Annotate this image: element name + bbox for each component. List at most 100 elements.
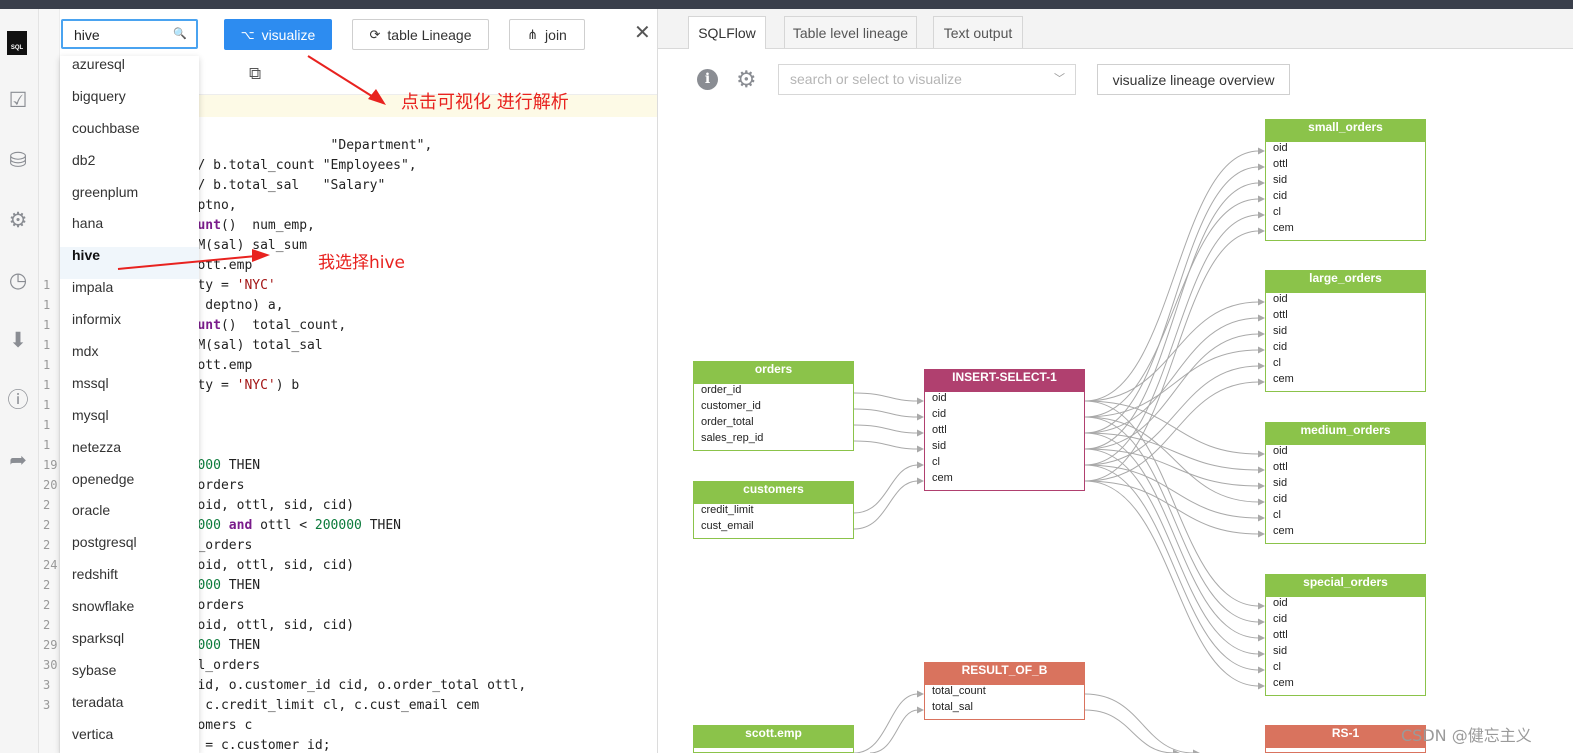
visualize-lineage-overview-button[interactable]: visualize lineage overview: [1097, 64, 1290, 95]
lineage-node-column[interactable]: sid: [1266, 325, 1425, 341]
lineage-node-column[interactable]: cl: [1266, 661, 1425, 677]
lineage-node-column[interactable]: ottl: [1266, 158, 1425, 174]
lineage-node-result_b[interactable]: RESULT_OF_B total_count total_sal: [924, 662, 1085, 720]
dropdown-option-mssql[interactable]: mssql: [60, 375, 199, 407]
code-line: ES(oid, ottl, sid, cid): [174, 496, 354, 516]
lineage-node-column[interactable]: cid: [1266, 341, 1425, 357]
lineage-node-special[interactable]: special_orders oid cid ottl sid cl cem: [1265, 574, 1426, 696]
lineage-node-column[interactable]: sid: [1266, 174, 1425, 190]
lineage-node-large[interactable]: large_orders oid ottl sid cid cl cem: [1265, 270, 1426, 392]
visualize-button[interactable]: ⌥ visualize: [224, 19, 332, 50]
code-token: 200000: [314, 518, 362, 533]
database-search-input[interactable]: [72, 21, 176, 49]
dropdown-option-bigquery[interactable]: bigquery: [60, 88, 199, 120]
lineage-node-customers[interactable]: customers credit_limit cust_email: [693, 481, 854, 539]
lineage-node-medium[interactable]: medium_orders oid ottl sid cid cl cem: [1265, 422, 1426, 544]
dropdown-option-redshift[interactable]: redshift: [60, 566, 199, 598]
code-token: deptno) a,: [197, 298, 284, 313]
dropdown-option-couchbase[interactable]: couchbase: [60, 120, 199, 152]
lineage-node-column[interactable]: order_id: [694, 384, 853, 400]
dropdown-option-mysql[interactable]: mysql: [60, 407, 199, 439]
lineage-node-column[interactable]: oid: [925, 392, 1084, 408]
lineage-node-column[interactable]: ottl: [1266, 309, 1425, 325]
lineage-node-column[interactable]: oid: [1266, 445, 1425, 461]
lineage-node-column[interactable]: total_sal: [925, 701, 1084, 717]
lineage-node-column[interactable]: order_total: [694, 416, 853, 432]
annotation-choose-hive: 我选择hive: [318, 253, 406, 273]
database-dropdown[interactable]: azuresql bigquery couchbase db2 greenplum han…: [60, 56, 199, 753]
lineage-node-column[interactable]: cl: [1266, 509, 1425, 525]
dropdown-option-greenplum[interactable]: greenplum: [60, 184, 199, 216]
code-line: d oid, o.customer_id cid, o.order_total …: [174, 676, 526, 696]
dropdown-option-openedge[interactable]: openedge: [60, 471, 199, 503]
lineage-node-column[interactable]: cem: [1266, 677, 1425, 693]
lineage-node-column[interactable]: oid: [1266, 142, 1425, 158]
dropdown-option-teradata[interactable]: teradata: [60, 694, 199, 726]
lineage-node-column[interactable]: cem: [1266, 222, 1425, 238]
lineage-node-column[interactable]: ottl: [925, 424, 1084, 440]
lineage-node-column[interactable]: oid: [1266, 293, 1425, 309]
dropdown-option-netezza[interactable]: netezza: [60, 439, 199, 471]
lineage-node-column[interactable]: sid: [925, 440, 1084, 456]
dropdown-option-snowflake[interactable]: snowflake: [60, 598, 199, 630]
tab-text-output[interactable]: Text output: [933, 16, 1023, 48]
table-lineage-icon: ⟳: [369, 26, 381, 42]
lineage-node-orders[interactable]: orders order_id customer_id order_total sale…: [693, 361, 854, 451]
lineage-node-column[interactable]: sid: [1266, 477, 1425, 493]
table-lineage-button[interactable]: ⟳ table Lineage: [352, 19, 489, 50]
lineage-node-column[interactable]: credit_limit: [694, 504, 853, 520]
lineage-node-title: medium_orders: [1266, 423, 1425, 445]
lineage-node-column[interactable]: cust_email: [694, 520, 853, 536]
visualize-search-select[interactable]: search or select to visualize ﹀: [778, 64, 1076, 95]
code-token: 'NYC': [236, 278, 276, 293]
lineage-node-column[interactable]: cem: [925, 472, 1084, 488]
dropdown-option-sybase[interactable]: sybase: [60, 662, 199, 694]
lineage-node-small[interactable]: small_orders oid ottl sid cid cl cem: [1265, 119, 1426, 241]
hierarchy-icon[interactable]: ⧉: [249, 64, 261, 84]
code-token: THEN: [220, 458, 261, 473]
lineage-node-column[interactable]: cl: [1266, 357, 1425, 373]
code-token: 'NYC': [236, 378, 276, 393]
close-icon[interactable]: ✕: [634, 20, 651, 45]
lineage-node-column[interactable]: sid: [1266, 645, 1425, 661]
dropdown-option-vertica[interactable]: vertica: [60, 726, 199, 753]
dropdown-option-informix[interactable]: informix: [60, 311, 199, 343]
info-icon[interactable]: i: [697, 69, 718, 90]
lineage-node-column[interactable]: cem: [1266, 373, 1425, 389]
database-select[interactable]: 🔍: [61, 19, 198, 49]
lineage-node-column[interactable]: oid: [1266, 597, 1425, 613]
dropdown-option-mdx[interactable]: mdx: [60, 343, 199, 375]
lineage-node-column[interactable]: sales_rep_id: [694, 432, 853, 448]
lineage-node-column[interactable]: cl: [1266, 206, 1425, 222]
join-button[interactable]: ⋔ join: [509, 19, 585, 50]
lineage-node-column[interactable]: cid: [1266, 493, 1425, 509]
table-lineage-button-label: table Lineage: [387, 26, 472, 43]
dropdown-option-hana[interactable]: hana: [60, 215, 199, 247]
dropdown-option-impala[interactable]: impala: [60, 279, 199, 311]
dropdown-option-hive[interactable]: hive: [60, 247, 199, 280]
dropdown-option-azuresql[interactable]: azuresql: [60, 56, 199, 88]
tab-sqlflow[interactable]: SQLFlow: [688, 16, 766, 49]
lineage-node-scott_emp[interactable]: scott.emp: [693, 725, 854, 753]
dropdown-option-oracle[interactable]: oracle: [60, 502, 199, 534]
lineage-node-column[interactable]: ottl: [1266, 461, 1425, 477]
lineage-node-title: customers: [694, 482, 853, 504]
lineage-node-insert[interactable]: INSERT-SELECT-1 oid cid ottl sid cl cem: [924, 369, 1085, 491]
lineage-node-column[interactable]: customer_id: [694, 400, 853, 416]
lineage-node-column[interactable]: cem: [1266, 525, 1425, 541]
lineage-node-column[interactable]: cid: [1266, 190, 1425, 206]
dropdown-option-sparksql[interactable]: sparksql: [60, 630, 199, 662]
lineage-node-column[interactable]: cid: [1266, 613, 1425, 629]
dropdown-option-db2[interactable]: db2: [60, 152, 199, 184]
settings-gear-icon[interactable]: ⚙: [736, 66, 757, 93]
lineage-node-column[interactable]: cl: [925, 456, 1084, 472]
lineage-node-column[interactable]: total_count: [925, 685, 1084, 701]
lineage-node-title: small_orders: [1266, 120, 1425, 142]
lineage-node-column[interactable]: ottl: [1266, 629, 1425, 645]
code-line: 100000 and ottl < 200000 THEN: [174, 516, 401, 536]
code-token: um / b.total_sal "Salary": [174, 178, 386, 193]
lineage-node-column[interactable]: cid: [925, 408, 1084, 424]
dropdown-option-postgresql[interactable]: postgresql: [60, 534, 199, 566]
code-token: d oid, o.customer_id cid, o.order_total …: [174, 678, 527, 693]
tab-table-level-lineage[interactable]: Table level lineage: [784, 16, 917, 48]
